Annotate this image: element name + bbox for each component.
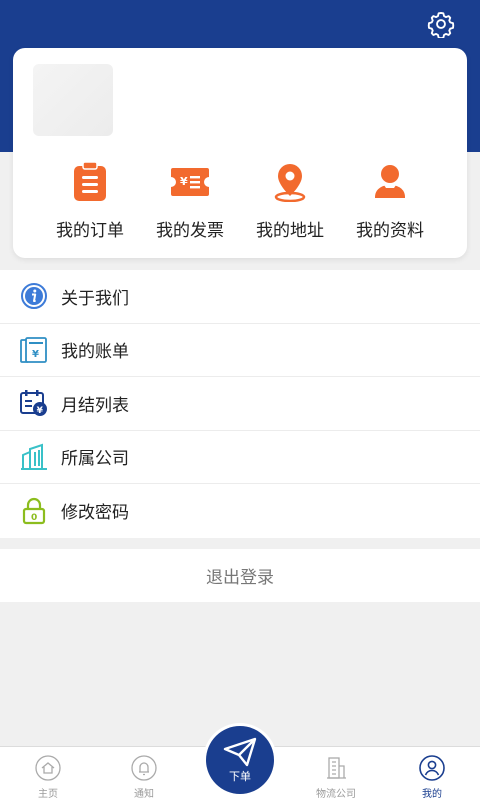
- location-pin-icon: [270, 160, 310, 204]
- my-address-button[interactable]: 我的地址: [240, 160, 340, 241]
- clipboard-icon: [70, 160, 110, 204]
- menu-item-change-password[interactable]: 0 修改密码: [0, 484, 480, 538]
- menu-label-about-us: 关于我们: [61, 288, 129, 309]
- tab-mine[interactable]: 我的: [384, 747, 480, 800]
- menu-label-my-bills: 我的账单: [61, 342, 129, 363]
- tab-notifications[interactable]: 通知: [96, 747, 192, 800]
- menu-label-company: 所属公司: [61, 449, 129, 470]
- svg-text:¥: ¥: [180, 175, 188, 188]
- user-icon: [418, 754, 446, 781]
- paper-plane-icon: [223, 737, 257, 766]
- tab-label-notifications: 通知: [134, 789, 154, 800]
- menu-item-about-us[interactable]: 关于我们: [0, 270, 480, 324]
- menu-label-monthly-list: 月结列表: [61, 395, 129, 416]
- gear-icon: [427, 11, 455, 38]
- my-invoices-label: 我的发票: [156, 221, 224, 241]
- logout-button[interactable]: 退出登录: [0, 549, 480, 602]
- place-order-label: 下单: [229, 769, 251, 783]
- user-profile-icon: [370, 160, 410, 204]
- menu-item-my-bills[interactable]: ¥ 我的账单: [0, 324, 480, 377]
- tab-label-logistics: 物流公司: [316, 789, 356, 800]
- tab-logistics[interactable]: 物流公司: [288, 747, 384, 800]
- my-orders-label: 我的订单: [56, 221, 124, 241]
- quick-actions: 我的订单 ¥ 我的发票 我的地址 我的资料: [13, 160, 467, 241]
- settings-button[interactable]: [426, 9, 456, 39]
- calendar-yen-icon: ¥: [20, 389, 48, 417]
- my-address-label: 我的地址: [256, 221, 324, 241]
- tab-label-mine: 我的: [422, 789, 442, 800]
- svg-text:¥: ¥: [37, 406, 44, 416]
- place-order-button[interactable]: 下单: [206, 726, 274, 794]
- home-icon: [34, 754, 62, 781]
- info-icon: [20, 282, 48, 310]
- lock-icon: 0: [20, 497, 48, 525]
- svg-text:0: 0: [31, 513, 37, 523]
- menu-label-change-password: 修改密码: [61, 503, 129, 524]
- profile-card: 我的订单 ¥ 我的发票 我的地址 我的资料: [13, 48, 467, 258]
- svg-text:¥: ¥: [32, 349, 39, 360]
- bell-icon: [130, 754, 158, 781]
- tab-label-home: 主页: [38, 789, 58, 800]
- avatar[interactable]: [33, 64, 113, 136]
- my-orders-button[interactable]: 我的订单: [40, 160, 140, 241]
- my-profile-button[interactable]: 我的资料: [340, 160, 440, 241]
- building-icon: [20, 443, 48, 471]
- logistics-building-icon: [322, 754, 350, 781]
- my-profile-label: 我的资料: [356, 221, 424, 241]
- tab-home[interactable]: 主页: [0, 747, 96, 800]
- bill-icon: ¥: [20, 336, 48, 364]
- menu-list: 关于我们 ¥ 我的账单 ¥ 月结列表 所属公司 0 修改密码: [0, 270, 480, 538]
- menu-item-monthly-list[interactable]: ¥ 月结列表: [0, 377, 480, 431]
- menu-item-company[interactable]: 所属公司: [0, 431, 480, 484]
- my-invoices-button[interactable]: ¥ 我的发票: [140, 160, 240, 241]
- invoice-ticket-icon: ¥: [170, 160, 210, 204]
